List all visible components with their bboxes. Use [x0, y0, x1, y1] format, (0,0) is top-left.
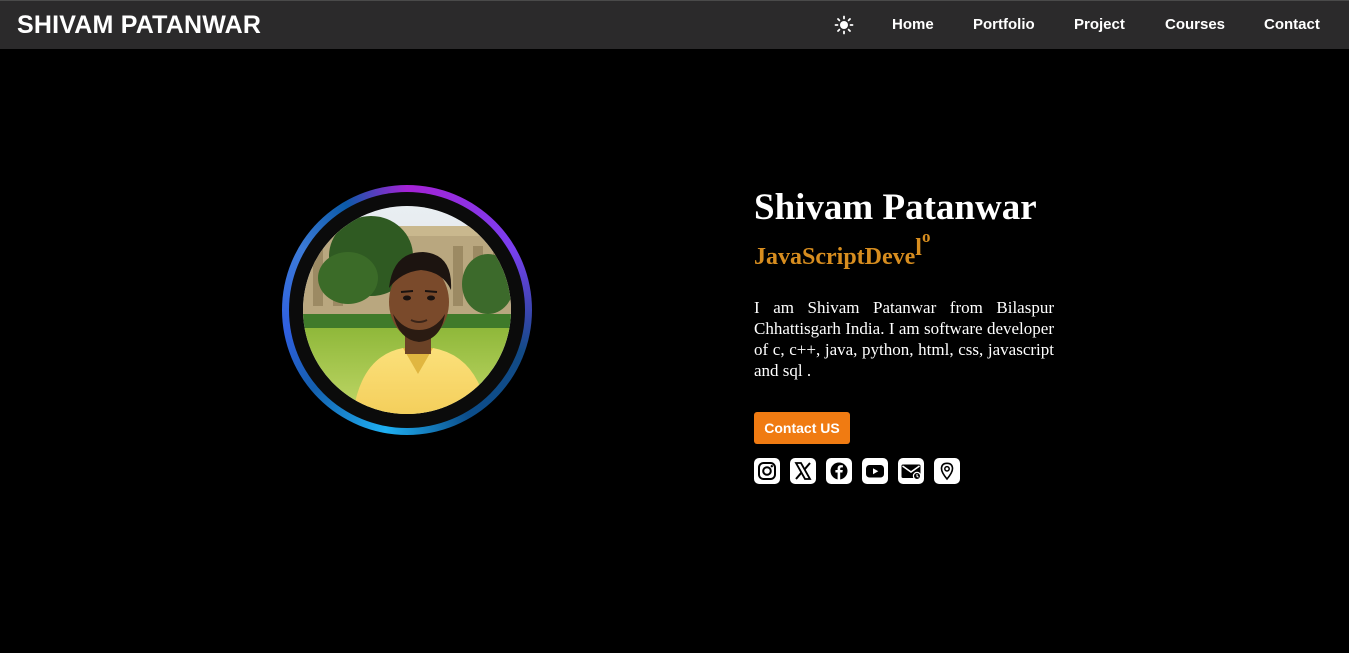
- typing-text-part3: o: [921, 227, 931, 246]
- nav-link-project[interactable]: Project: [1074, 16, 1125, 33]
- typing-text-part2: l: [915, 235, 922, 261]
- sun-icon[interactable]: [834, 15, 854, 35]
- brand-logo-text[interactable]: SHIVAM PATANWAR: [17, 11, 261, 40]
- x-twitter-icon[interactable]: [790, 458, 816, 484]
- typing-role-text: JavaScriptDevelo: [754, 227, 930, 271]
- nav-link-portfolio[interactable]: Portfolio: [973, 16, 1035, 33]
- youtube-icon[interactable]: [862, 458, 888, 484]
- contact-us-button[interactable]: Contact US: [754, 412, 850, 444]
- typing-text-main: JavaScriptDeve: [754, 244, 916, 270]
- top-navbar: SHIVAM PATANWAR Home Portfolio Project C…: [0, 0, 1349, 49]
- nav-link-courses[interactable]: Courses: [1165, 16, 1225, 33]
- hero-name-heading: Shivam Patanwar: [754, 187, 1037, 228]
- nav-link-home[interactable]: Home: [892, 16, 934, 33]
- facebook-icon[interactable]: [826, 458, 852, 484]
- email-icon[interactable]: [898, 458, 924, 484]
- hero-bio: I am Shivam Patanwar from Bilaspur Chhat…: [754, 298, 1054, 380]
- instagram-icon[interactable]: [754, 458, 780, 484]
- avatar-ring: [282, 185, 532, 435]
- nav-link-contact[interactable]: Contact: [1264, 16, 1320, 33]
- location-icon[interactable]: [934, 458, 960, 484]
- avatar-photo: [303, 206, 511, 414]
